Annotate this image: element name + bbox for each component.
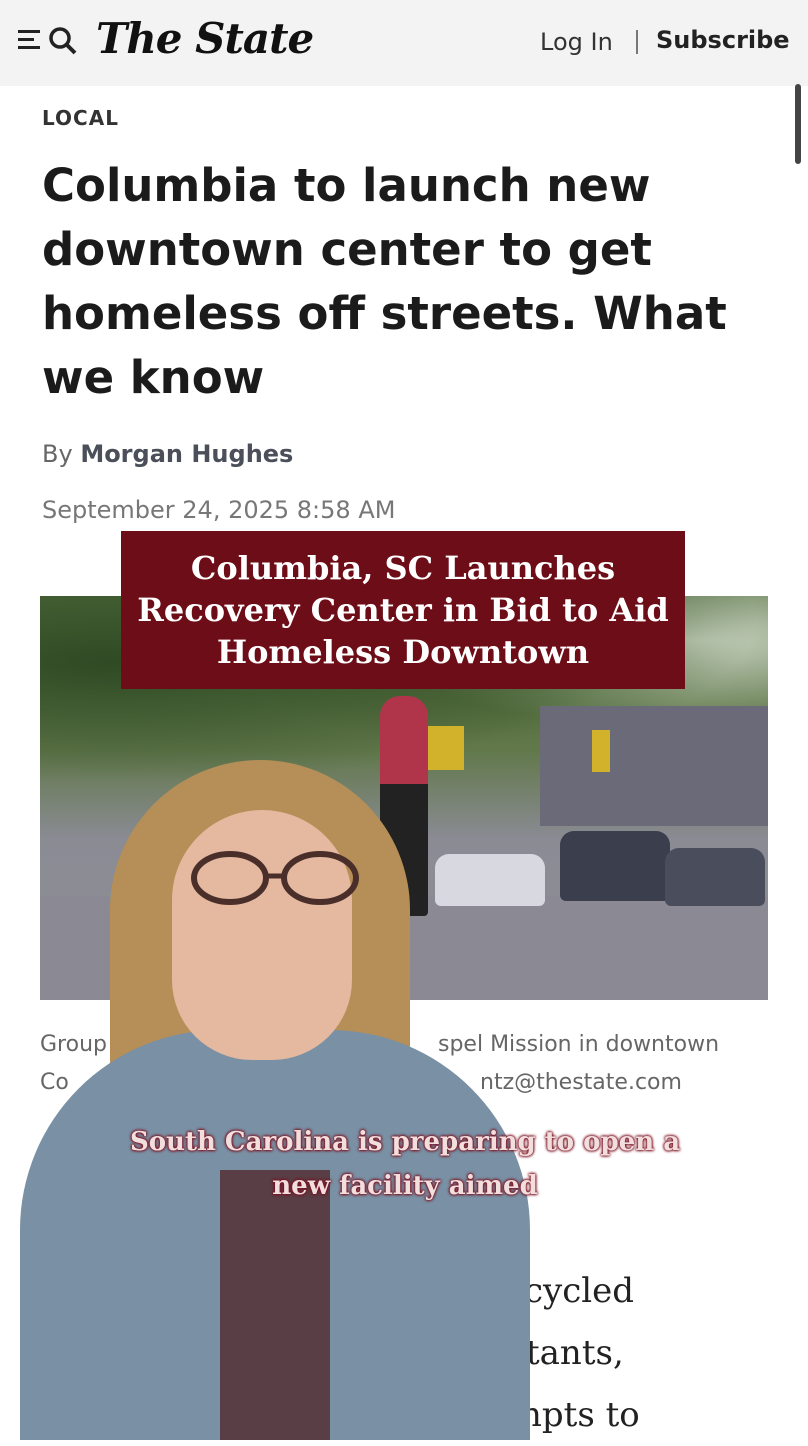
presenter-face [172,810,352,1060]
video-subtitle: South Carolina is preparing to open a ne… [129,1127,681,1201]
header-divider [636,30,638,54]
presenter-video [0,740,540,1440]
section-label[interactable]: LOCAL [42,106,119,130]
byline: By Morgan Hughes [42,440,293,468]
photo-building [540,706,768,826]
site-header: The State Log In Subscribe [0,0,808,86]
glasses-icon [191,851,359,905]
author-link[interactable]: Morgan Hughes [80,440,293,468]
presenter-shirt [220,1170,330,1440]
article-headline: Columbia to launch new downtown center t… [42,159,727,404]
video-title-banner: Columbia, SC Launches Recovery Center in… [121,531,685,689]
scrollbar-thumb[interactable] [795,84,801,164]
byline-prefix: By [42,440,73,468]
traffic-signal [592,730,610,772]
photo-car [560,831,670,901]
subscribe-link[interactable]: Subscribe [656,26,790,54]
menu-icon[interactable] [18,28,44,52]
search-icon[interactable] [44,24,80,56]
photo-car [665,848,765,906]
publish-date: September 24, 2025 8:58 AM [42,496,396,524]
site-logo[interactable]: The State [96,14,314,63]
login-link[interactable]: Log In [540,28,613,56]
